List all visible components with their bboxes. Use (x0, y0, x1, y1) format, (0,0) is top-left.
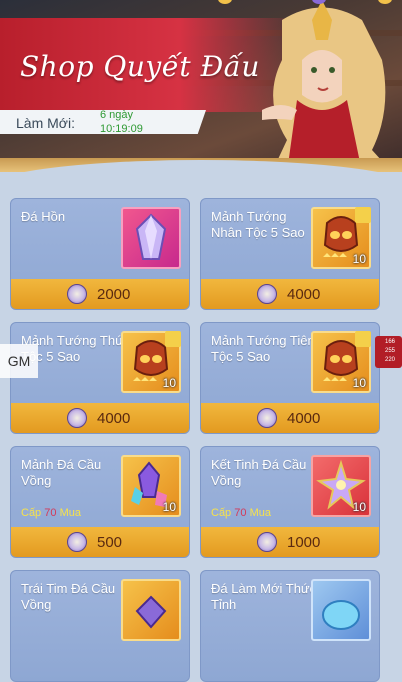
awaken-gem-icon (311, 579, 371, 641)
item-quantity: 10 (352, 376, 366, 390)
shop-item-card[interactable]: Kết Tinh Đá Cầu Vồng Cấp 70 Mua 10 1000 (200, 446, 380, 558)
fragment-corner-icon (355, 331, 371, 347)
level-suffix: Mua (249, 507, 271, 519)
shop-item-card[interactable]: Mảnh Tướng Thú Tộc 5 Sao 10 4000 (10, 322, 190, 434)
item-price: 4000 (287, 410, 321, 427)
level-suffix: Mua (59, 507, 81, 519)
price-bar: 4000 (201, 403, 379, 433)
item-price: 1000 (287, 534, 321, 551)
level-requirement: Cấp 70 Mua (21, 507, 81, 519)
price-bar: 4000 (11, 403, 189, 433)
rainbow-heart-icon (121, 579, 181, 641)
arena-coin-icon (257, 408, 277, 428)
item-name: Đá Hồn (21, 209, 66, 224)
item-name: Mảnh Tướng Nhân Tộc 5 Sao (211, 209, 305, 240)
level-prefix: Cấp (21, 507, 42, 519)
item-name: Mảnh Đá Cầu Vồng (21, 457, 102, 488)
item-name: Đá Làm Mới Thức Tỉnh (211, 581, 317, 612)
shop-item-card[interactable]: Đá Làm Mới Thức Tỉnh (200, 570, 380, 682)
item-quantity: 10 (352, 252, 366, 266)
star-crystal-icon: 10 (311, 455, 371, 517)
shop-item-card[interactable]: Mảnh Tướng Tiên Tộc 5 Sao 10 4000 (200, 322, 380, 434)
item-quantity: 10 (162, 500, 176, 514)
item-price: 4000 (97, 410, 131, 427)
arena-coin-icon (257, 532, 277, 552)
fragment-corner-icon (355, 207, 371, 223)
arena-coin-icon (67, 284, 87, 304)
item-price: 500 (97, 534, 123, 551)
fragment-corner-icon (165, 331, 181, 347)
hero-mask-icon: 10 (311, 207, 371, 269)
crystal-gem-icon (121, 207, 181, 269)
level-value: 70 (234, 507, 247, 519)
level-requirement: Cấp 70 Mua (211, 507, 271, 519)
arena-coin-icon (67, 532, 87, 552)
shop-item-card[interactable]: Đá Hồn 2000 (10, 198, 190, 310)
side-status-widget[interactable]: 166 255 220 (375, 336, 402, 368)
item-quantity: 10 (162, 376, 176, 390)
price-bar: 500 (11, 527, 189, 557)
shop-item-card[interactable]: Trái Tim Đá Cầu Vồng (10, 570, 190, 682)
item-name: Kết Tinh Đá Cầu Vồng (211, 457, 307, 488)
status-value: 255 (385, 348, 396, 354)
rainbow-shard-icon: 10 (121, 455, 181, 517)
level-prefix: Cấp (211, 507, 232, 519)
arena-coin-icon (257, 284, 277, 304)
shop-item-card[interactable]: Mảnh Tướng Nhân Tộc 5 Sao 10 4000 (200, 198, 380, 310)
price-bar: 1000 (201, 527, 379, 557)
status-value: 220 (385, 357, 396, 363)
item-name: Mảnh Tướng Tiên Tộc 5 Sao (211, 333, 315, 364)
arena-coin-icon (67, 408, 87, 428)
hero-mask-icon: 10 (311, 331, 371, 393)
shop-item-grid: Đá Hồn 2000 Mảnh Tướng Nhân Tộc 5 Sao 10 (0, 0, 402, 682)
item-name: Trái Tim Đá Cầu Vồng (21, 581, 116, 612)
shop-item-card[interactable]: Mảnh Đá Cầu Vồng Cấp 70 Mua 10 500 (10, 446, 190, 558)
price-bar: 4000 (201, 279, 379, 309)
price-bar: 2000 (11, 279, 189, 309)
item-quantity: 10 (352, 500, 366, 514)
item-price: 2000 (97, 286, 131, 303)
level-value: 70 (44, 507, 57, 519)
item-price: 4000 (287, 286, 321, 303)
gm-button[interactable]: GM (0, 344, 38, 378)
status-value: 166 (385, 339, 396, 345)
hero-mask-icon: 10 (121, 331, 181, 393)
